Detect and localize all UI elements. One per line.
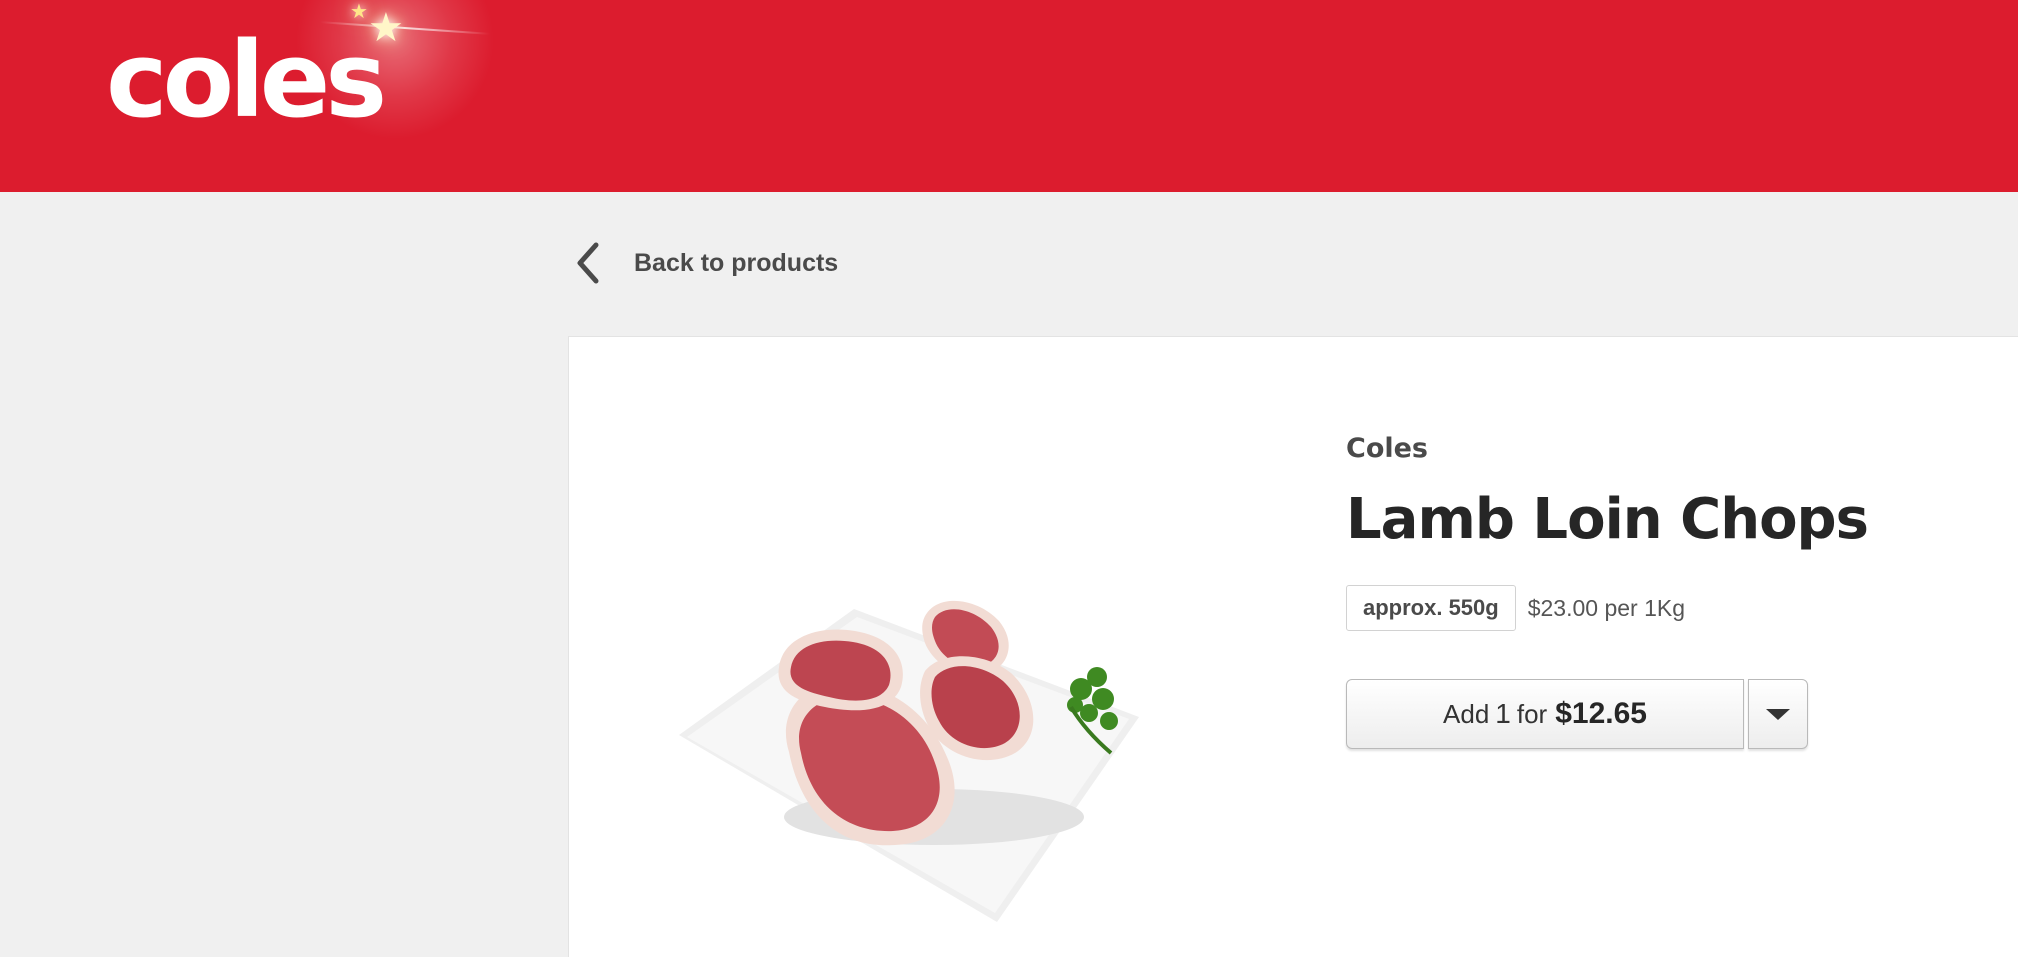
product-size-row: approx. 550g $23.00 per 1Kg [1346, 585, 1685, 631]
product-brand: Coles [1346, 433, 1429, 464]
site-header: ★ ★ coles [0, 0, 2018, 192]
product-card: Coles Lamb Loin Chops approx. 550g $23.0… [568, 336, 2018, 957]
chevron-left-icon [577, 242, 599, 284]
coles-logo[interactable]: ★ ★ coles [100, 0, 520, 192]
quantity-dropdown-button[interactable] [1748, 679, 1808, 749]
add-to-cart-group: Add 1 for $12.65 [1346, 679, 1808, 749]
unit-price: $23.00 per 1Kg [1527, 594, 1686, 621]
size-badge: approx. 550g [1346, 585, 1516, 631]
add-to-cart-button[interactable]: Add 1 for $12.65 [1346, 679, 1744, 749]
back-label: Back to products [634, 248, 839, 277]
product-title: Lamb Loin Chops [1346, 487, 1869, 552]
product-image [679, 600, 1139, 922]
add-price: $12.65 [1555, 697, 1647, 730]
add-for-label: for [1516, 698, 1548, 729]
caret-down-icon [1766, 708, 1790, 720]
add-label: Add [1443, 698, 1490, 729]
logo-text: coles [106, 19, 387, 141]
back-to-products-link[interactable]: Back to products [570, 238, 838, 288]
add-quantity: 1 [1495, 698, 1511, 729]
